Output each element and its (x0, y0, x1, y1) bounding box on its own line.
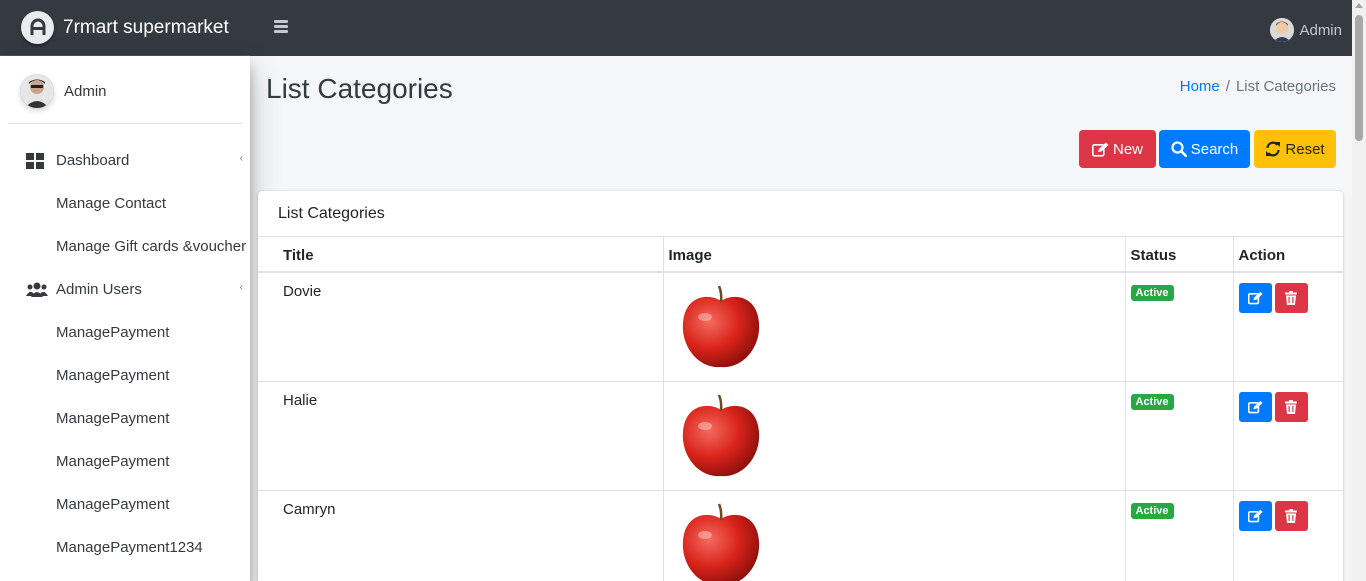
page-scrollbar[interactable] (1352, 0, 1366, 581)
row-image-cell (663, 490, 1126, 581)
table-row: Camryn Active (258, 490, 1343, 581)
table-header-row: Title Image Status Action (258, 237, 1343, 273)
row-title: Halie (258, 381, 664, 491)
sidebar-item-label: Admin Users (56, 281, 142, 298)
sidebar-item-label: ManagePayment (56, 367, 170, 384)
sidebar-item-dashboard[interactable]: Dashboard ‹ (0, 139, 250, 182)
sidebar-item-manage-contact[interactable]: Manage Contact (0, 182, 250, 225)
scrollbar-thumb[interactable] (1355, 15, 1363, 141)
status-badge: Active (1130, 394, 1174, 410)
status-badge: Active (1130, 285, 1174, 301)
row-action-cell (1233, 272, 1343, 382)
sidebar-item-manage-gift-cards[interactable]: Manage Gift cards &voucher (0, 225, 250, 268)
column-header-status: Status (1125, 237, 1234, 273)
search-icon (1171, 141, 1187, 157)
apple-image (682, 503, 759, 581)
top-user-avatar (1270, 18, 1295, 42)
breadcrumb-current: List Categories (1235, 78, 1336, 95)
reset-button-label: Reset (1285, 140, 1325, 158)
categories-card: List Categories Title Image Status Actio… (258, 191, 1343, 581)
sidebar-item-label: ManagePayment (56, 324, 170, 341)
edit-button[interactable] (1238, 283, 1272, 313)
users-icon (26, 282, 48, 298)
trash-icon (1285, 509, 1297, 523)
breadcrumb-separator: / (1225, 78, 1230, 95)
reset-button[interactable]: Reset (1254, 130, 1336, 168)
sidebar-nav: Dashboard ‹ Manage Contact Manage Gift c… (0, 124, 250, 569)
avatar (20, 74, 54, 108)
row-title: Dovie (258, 272, 664, 382)
row-action-cell (1233, 490, 1343, 581)
sidebar-item-manage-payment[interactable]: ManagePayment (0, 440, 250, 483)
sidebar-item-label: Manage Contact (56, 195, 167, 212)
row-status-cell: Active (1125, 272, 1234, 382)
top-navbar: Admin (250, 0, 1352, 56)
brand-name: 7rmart supermarket (63, 16, 229, 38)
table-row: Halie Active (258, 381, 1343, 491)
sidebar-item-label: ManagePayment (56, 410, 170, 427)
sidebar-item-label: ManagePayment (56, 453, 170, 470)
categories-table: Title Image Status Action Dovie Active H… (258, 237, 1343, 581)
status-badge: Active (1130, 503, 1174, 519)
refresh-icon (1266, 141, 1281, 157)
search-button-label: Search (1190, 140, 1239, 158)
breadcrumb-home-link[interactable]: Home (1180, 78, 1220, 95)
row-image-cell (663, 272, 1126, 382)
brand-link[interactable]: 7rmart supermarket (0, 0, 250, 56)
edit-icon (1091, 142, 1109, 157)
trash-icon (1285, 400, 1297, 414)
row-action-cell (1233, 381, 1343, 491)
edit-button[interactable] (1238, 392, 1272, 422)
row-status-cell: Active (1125, 490, 1234, 581)
sidebar-user-name: Admin (64, 82, 107, 100)
sidebar: Admin Dashboard ‹ Manage Contact Manage … (0, 56, 250, 581)
edit-icon (1247, 291, 1263, 305)
sidebar-user-panel[interactable]: Admin (8, 56, 242, 124)
card-header: List Categories (258, 191, 1343, 237)
row-title: Camryn (258, 490, 664, 581)
column-header-image: Image (663, 237, 1126, 273)
row-image-cell (663, 381, 1126, 491)
sidebar-item-manage-payment[interactable]: ManagePayment (0, 483, 250, 526)
page-title: List Categories (266, 73, 453, 104)
sidebar-item-manage-payment[interactable]: ManagePayment (0, 354, 250, 397)
delete-button[interactable] (1274, 501, 1308, 531)
sidebar-item-label: ManagePayment (56, 496, 170, 513)
sidebar-item-manage-payment[interactable]: ManagePayment (0, 311, 250, 354)
sidebar-item-manage-payment[interactable]: ManagePayment (0, 397, 250, 440)
apple-image (682, 394, 759, 477)
table-row: Dovie Active (258, 272, 1343, 382)
apple-image (682, 285, 759, 368)
scroll-up-arrow-icon[interactable] (1355, 3, 1363, 8)
breadcrumb: Home / List Categories (1180, 78, 1336, 95)
column-header-action: Action (1233, 237, 1343, 273)
sidebar-item-label: Manage Gift cards &voucher (56, 238, 247, 255)
column-header-title: Title (258, 237, 664, 273)
edit-button[interactable] (1238, 501, 1272, 531)
sidebar-item-admin-users[interactable]: Admin Users ‹ (0, 268, 250, 311)
sidebar-item-label: Dashboard (56, 152, 130, 169)
sidebar-item-manage-payment-1234[interactable]: ManagePayment1234 (0, 526, 250, 569)
row-status-cell: Active (1125, 381, 1234, 491)
top-user-name: Admin (1299, 21, 1342, 39)
menu-toggle-icon[interactable] (274, 20, 288, 35)
trash-icon (1285, 291, 1297, 305)
chevron-left-icon: ‹ (239, 153, 243, 164)
new-button-label: New (1112, 140, 1143, 158)
new-button[interactable]: New (1079, 130, 1156, 168)
brand-logo-icon (21, 11, 54, 44)
top-user-menu[interactable]: Admin (1270, 18, 1342, 42)
sidebar-item-label: ManagePayment1234 (56, 539, 203, 556)
delete-button[interactable] (1274, 392, 1308, 422)
search-button[interactable]: Search (1159, 130, 1250, 168)
edit-icon (1247, 509, 1263, 523)
chevron-left-icon: ‹ (239, 282, 243, 293)
edit-icon (1247, 400, 1263, 414)
dashboard-icon (26, 152, 48, 169)
delete-button[interactable] (1274, 283, 1308, 313)
